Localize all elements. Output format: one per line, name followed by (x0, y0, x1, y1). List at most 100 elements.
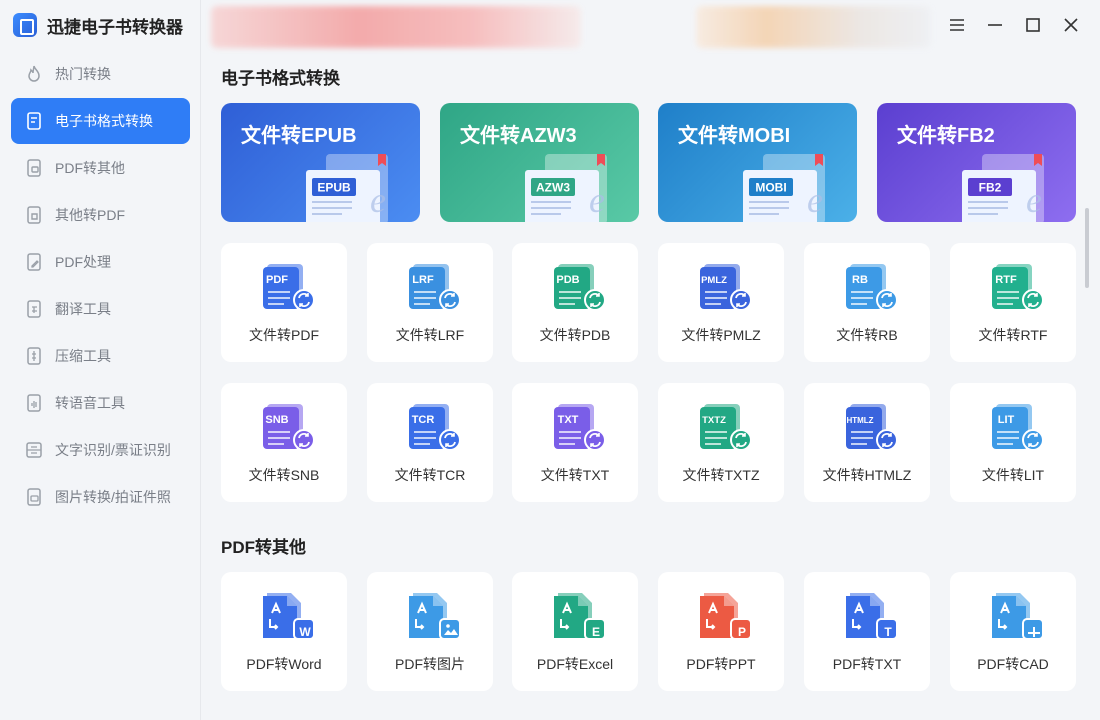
tile-icon-tag: TXTZ (702, 415, 726, 426)
tile-label: 文件转TXTZ (682, 467, 760, 483)
snb-file-icon: SNB (262, 402, 315, 452)
tile-label: 文件转RTF (978, 327, 1048, 343)
pdf-tile-1[interactable]: PDF转图片 (367, 572, 493, 691)
tile-icon-tag: LRF (412, 274, 434, 286)
ebook-illustration-icon: EPUB e (306, 154, 388, 222)
sidebar-item-pdf-edit[interactable]: PDF处理 (11, 239, 190, 285)
txtz-file-icon: TXTZ (699, 402, 752, 452)
top-bar (201, 0, 1100, 52)
svg-text:e: e (807, 180, 823, 220)
pdf-tile-0[interactable]: W PDF转Word (221, 572, 347, 691)
blurred-banner-right (696, 6, 931, 48)
sidebar-item-label: PDF转其他 (55, 160, 125, 176)
sidebar-nav: 热门转换 电子书格式转换 PDF转其他 其他转PDF PDF处理 翻译工具 压缩工具转语音工… (0, 50, 200, 520)
sidebar-item-image-convert[interactable]: 图片转换/拍证件照 (11, 474, 190, 520)
compress-icon (24, 346, 44, 366)
pdf-to-img-icon (408, 591, 461, 641)
convert-tile-lit[interactable]: LIT 文件转LIT (950, 383, 1076, 502)
tile-label: 文件转TXT (540, 467, 610, 483)
hero-card-epub[interactable]: 文件转EPUB EPUB e (221, 103, 420, 222)
tile-icon-tag: PMLZ (701, 275, 727, 286)
tile-label: PDF转Excel (536, 656, 614, 672)
convert-tile-lrf[interactable]: LRF 文件转LRF (367, 243, 493, 362)
menu-icon[interactable] (938, 11, 976, 39)
app-title: 迅捷电子书转换器 (47, 17, 183, 37)
svg-text:E: E (592, 625, 600, 639)
minimize-icon[interactable] (976, 11, 1014, 39)
convert-tile-rb[interactable]: RB 文件转RB (804, 243, 930, 362)
pdf-tile-5[interactable]: PDF转CAD (950, 572, 1076, 691)
lit-file-icon: LIT (991, 402, 1044, 452)
sidebar-item-to-pdf[interactable]: 其他转PDF (11, 192, 190, 238)
sidebar: 迅捷电子书转换器 热门转换 电子书格式转换 PDF转其他 其他转PDF PDF处理 翻译工… (0, 0, 201, 720)
sidebar-item-flame[interactable]: 热门转换 (11, 51, 190, 97)
ebook-illustration-icon: FB2 e (962, 154, 1044, 222)
sidebar-item-translate[interactable]: 翻译工具 (11, 286, 190, 332)
pdf-file-icon: PDF (262, 262, 315, 312)
flame-icon (24, 64, 44, 84)
tile-icon-tag: HTMLZ (846, 416, 873, 425)
close-icon[interactable] (1052, 11, 1090, 39)
app-logo-icon (13, 13, 37, 37)
pdb-file-icon: PDB (553, 262, 606, 312)
convert-tile-txt[interactable]: TXT 文件转TXT (512, 383, 638, 502)
hero-card-mobi[interactable]: 文件转MOBI MOBI e (658, 103, 857, 222)
hero-book-tag: FB2 (979, 181, 1002, 195)
tile-label: PDF转Word (246, 656, 322, 672)
pdf-to-cad-icon (991, 591, 1044, 641)
convert-tile-snb[interactable]: SNB 文件转SNB (221, 383, 347, 502)
convert-tile-tcr[interactable]: TCR 文件转TCR (367, 383, 493, 502)
convert-tile-pmlz[interactable]: PMLZ 文件转PMLZ (658, 243, 784, 362)
tile-label: PDF转PPT (686, 656, 756, 672)
main-content: 电子书格式转换 PDF转其他 文件转EPUB EPUB e 文件转AZW3 AZW3 e 文… (201, 52, 1100, 720)
brand: 迅捷电子书转换器 (0, 0, 200, 50)
tile-icon-tag: RTF (995, 274, 1017, 286)
hero-card-title: 文件转EPUB (241, 125, 357, 147)
lrf-file-icon: LRF (408, 262, 461, 312)
pdf-tile-4[interactable]: T PDF转TXT (804, 572, 930, 691)
tile-label: 文件转PDB (539, 327, 611, 343)
hero-card-title: 文件转MOBI (678, 125, 791, 147)
rb-file-icon: RB (845, 262, 898, 312)
window-controls (938, 11, 1090, 39)
tile-label: PDF转CAD (977, 656, 1049, 672)
sidebar-item-ebook[interactable]: 电子书格式转换 (11, 98, 190, 144)
pdf-to-p-icon: P (699, 591, 752, 641)
tile-label: 文件转PMLZ (681, 327, 761, 343)
pdf-tile-2[interactable]: E PDF转Excel (512, 572, 638, 691)
convert-tile-htmlz[interactable]: HTMLZ 文件转HTMLZ (804, 383, 930, 502)
sidebar-item-label: 文字识别/票证识别 (55, 442, 171, 458)
convert-tile-txtz[interactable]: TXTZ 文件转TXTZ (658, 383, 784, 502)
tile-label: 文件转SNB (248, 467, 320, 483)
pdf-to-t-icon: T (845, 591, 898, 641)
tile-icon-tag: TCR (412, 414, 435, 426)
convert-tile-pdf[interactable]: PDF 文件转PDF (221, 243, 347, 362)
pdf-tile-3[interactable]: P PDF转PPT (658, 572, 784, 691)
svg-text:e: e (370, 180, 386, 220)
scrollbar[interactable] (1085, 208, 1089, 288)
hero-book-tag: MOBI (755, 181, 786, 195)
convert-tile-rtf[interactable]: RTF 文件转RTF (950, 243, 1076, 362)
sidebar-item-speech[interactable]: 转语音工具 (11, 380, 190, 426)
sidebar-item-label: 其他转PDF (55, 207, 125, 223)
sidebar-item-pdf-convert[interactable]: PDF转其他 (11, 145, 190, 191)
hero-card-fb2[interactable]: 文件转FB2 FB2 e (877, 103, 1076, 222)
maximize-icon[interactable] (1014, 11, 1052, 39)
to-pdf-icon (24, 205, 44, 225)
tile-icon-tag: PDB (556, 274, 579, 286)
svg-text:T: T (884, 625, 892, 639)
hero-card-azw3[interactable]: 文件转AZW3 AZW3 e (440, 103, 639, 222)
ebook-illustration-icon: MOBI e (743, 154, 825, 222)
sidebar-item-label: 转语音工具 (55, 395, 125, 411)
speech-icon (24, 393, 44, 413)
hero-book-tag: AZW3 (536, 181, 570, 195)
tile-icon-tag: TXT (558, 414, 579, 426)
section-title-ebook: 电子书格式转换 (221, 69, 340, 88)
hero-book-tag: EPUB (317, 181, 351, 195)
convert-tile-pdb[interactable]: PDB 文件转PDB (512, 243, 638, 362)
tile-icon-tag: RB (852, 274, 868, 286)
svg-text:W: W (299, 625, 311, 639)
sidebar-item-compress[interactable]: 压缩工具 (11, 333, 190, 379)
tile-label: 文件转LRF (395, 327, 465, 343)
sidebar-item-ocr[interactable]: 文字识别/票证识别 (11, 427, 190, 473)
